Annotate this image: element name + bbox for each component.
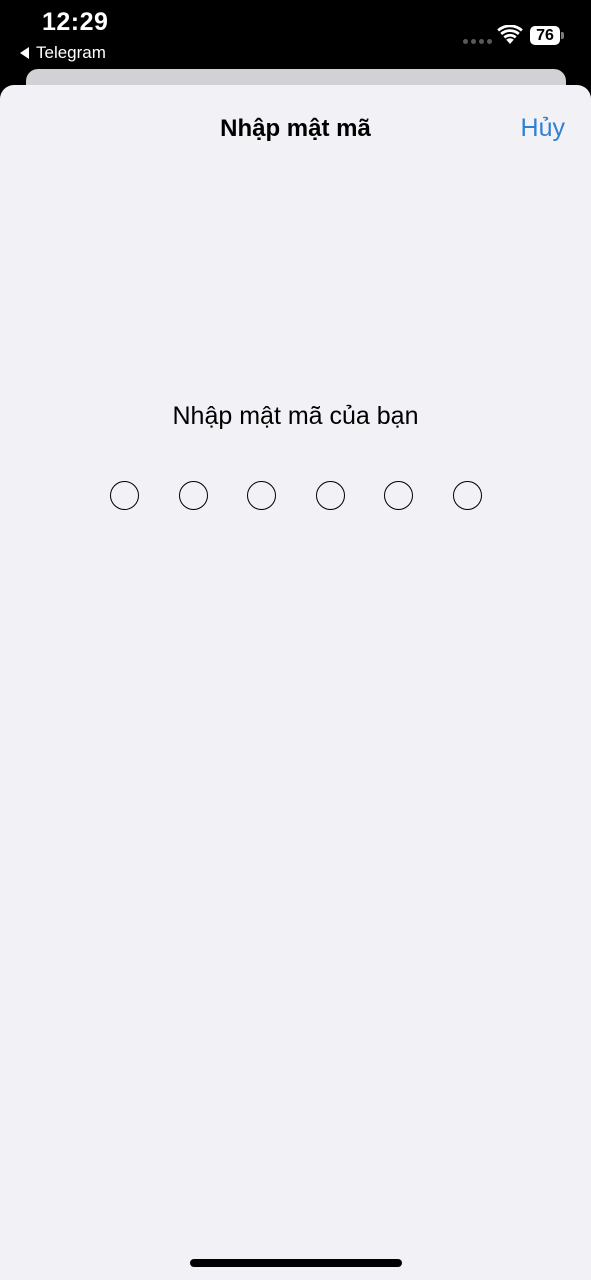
- back-arrow-icon: [20, 47, 29, 59]
- passcode-sheet: Nhập mật mã Hủy Nhập mật mã của bạn: [0, 85, 591, 1280]
- back-app-label: Telegram: [36, 43, 106, 62]
- back-to-app-link[interactable]: Telegram: [20, 43, 106, 63]
- passcode-dot: [110, 481, 139, 510]
- passcode-dot: [178, 481, 208, 510]
- passcode-input[interactable]: [110, 481, 482, 511]
- passcode-prompt: Nhập mật mã của bạn: [172, 402, 419, 430]
- passcode-dot: [247, 481, 277, 510]
- battery-level: 76: [530, 26, 560, 45]
- screen: 12:29 Telegram 76 Nhập mật mã Hủy Nhập m…: [0, 0, 591, 1280]
- passcode-dot: [384, 481, 414, 510]
- page-title: Nhập mật mã: [220, 115, 371, 142]
- cancel-button[interactable]: Hủy: [521, 114, 565, 143]
- battery-icon: 76: [530, 26, 564, 45]
- passcode-dot: [452, 481, 482, 510]
- passcode-dot: [315, 481, 345, 510]
- wifi-icon: [497, 25, 523, 44]
- home-indicator[interactable]: [190, 1259, 402, 1267]
- status-time: 12:29: [42, 8, 109, 36]
- signal-dots-icon: [463, 39, 492, 44]
- status-bar: 12:29 Telegram 76: [0, 0, 591, 70]
